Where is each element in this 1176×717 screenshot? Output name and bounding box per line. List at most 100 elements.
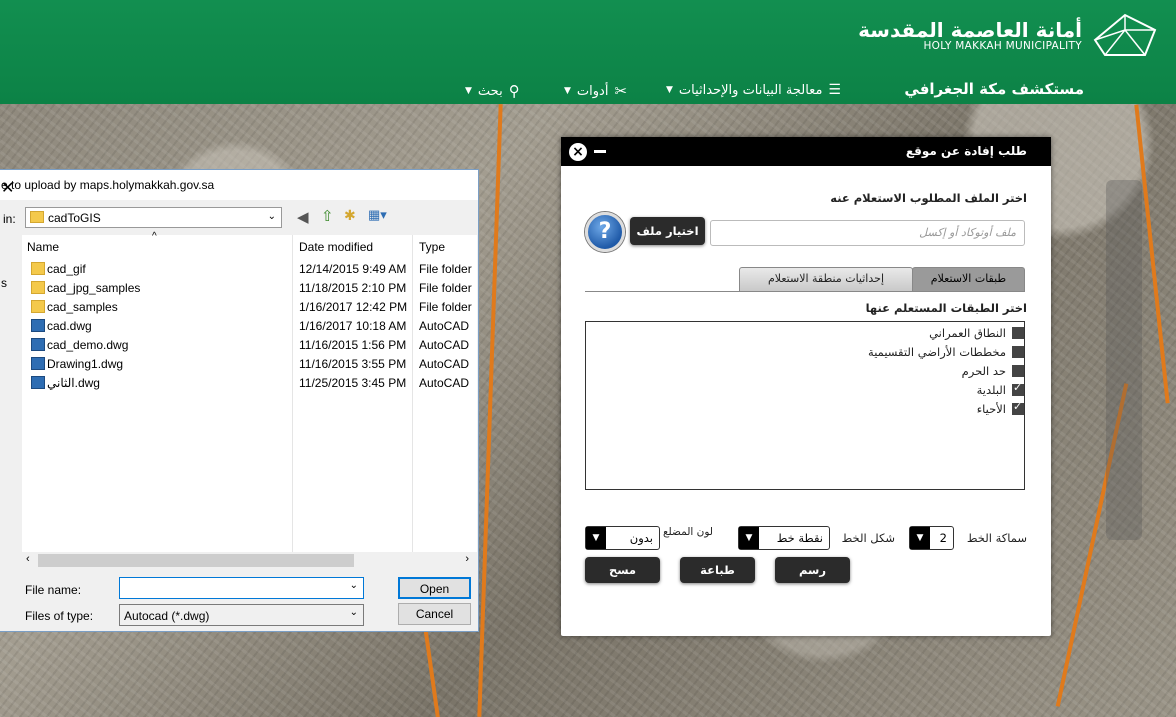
nav-data-processing-label: معالجة البيانات والإحداثيات: [678, 82, 823, 98]
chevron-down-icon[interactable]: ⌄: [350, 580, 358, 591]
folder-icon: [30, 211, 44, 223]
file-row[interactable]: cad_gif 12/14/2015 9:49 AM File folder: [22, 260, 477, 279]
column-header-type[interactable]: Type: [419, 240, 445, 254]
scroll-left-icon[interactable]: ‹: [26, 553, 30, 565]
layer-checkbox[interactable]: [1012, 327, 1024, 339]
file-name: cad_samples: [47, 300, 118, 314]
layers-prompt-label: اختر الطبقات المستعلم عنها: [865, 301, 1027, 315]
up-folder-icon[interactable]: ⇧: [321, 207, 334, 225]
nav-tools[interactable]: ✂ أدوات ▼: [564, 82, 627, 100]
dwg-file-icon: [31, 338, 45, 351]
open-button[interactable]: Open: [398, 577, 471, 599]
folder-icon: [31, 300, 45, 313]
back-icon[interactable]: ◀: [297, 208, 309, 226]
layer-checkbox[interactable]: [1012, 365, 1024, 377]
close-icon[interactable]: ×: [569, 143, 587, 161]
view-menu-icon[interactable]: ▦▾: [368, 207, 387, 223]
help-icon[interactable]: ?: [585, 212, 625, 252]
line-style-label: شكل الخط: [841, 531, 895, 545]
line-style-value: نقطة خط: [776, 531, 823, 545]
draw-button[interactable]: رسم: [775, 557, 850, 583]
column-header-name[interactable]: Name: [27, 240, 59, 254]
layer-item[interactable]: مخططات الأراضي التقسيمية: [868, 345, 1024, 359]
look-in-select[interactable]: cadToGIS ⌄: [25, 207, 282, 228]
file-name: الثاني.dwg: [47, 376, 100, 390]
tab-divider: [585, 291, 1025, 292]
site-info-request-panel: طلب إفادة عن موقع × اختر الملف المطلوب ا…: [561, 137, 1051, 636]
file-date: 12/14/2015 9:49 AM: [299, 262, 407, 276]
file-row[interactable]: Drawing1.dwg 11/16/2015 3:55 PM AutoCAD: [22, 355, 477, 374]
layer-item[interactable]: النطاق العمراني: [929, 326, 1024, 340]
municipality-logo-icon: [1093, 13, 1157, 56]
file-date: 11/25/2015 3:45 PM: [299, 376, 407, 390]
file-row[interactable]: cad_samples 1/16/2017 12:42 PM File fold…: [22, 298, 477, 317]
nav-search[interactable]: ⚲ بحث ▼: [465, 82, 520, 100]
scrollbar-thumb[interactable]: [38, 554, 354, 567]
line-width-select[interactable]: 2 ▼: [909, 526, 954, 550]
file-date: 11/16/2015 1:56 PM: [299, 338, 407, 352]
files-of-type-label: Files of type:: [25, 609, 94, 623]
file-name: cad_demo.dwg: [47, 338, 129, 352]
files-of-type-select[interactable]: Autocad (*.dwg) ⌄: [119, 604, 364, 626]
horizontal-scrollbar[interactable]: ‹ ›: [22, 552, 477, 569]
column-header-date[interactable]: Date modified: [299, 240, 373, 254]
print-button[interactable]: طباعة: [680, 557, 755, 583]
map-zoom-controls[interactable]: [1106, 180, 1142, 540]
file-name: cad.dwg: [47, 319, 92, 333]
layer-label: البلدية: [976, 383, 1006, 397]
file-name-label: File name:: [25, 583, 82, 597]
file-date: 11/18/2015 2:10 PM: [299, 281, 407, 295]
layer-checkbox[interactable]: [1012, 381, 1024, 396]
nav-data-processing[interactable]: ☰ معالجة البيانات والإحداثيات ▼: [666, 82, 841, 98]
fill-color-select[interactable]: بدون ▼: [585, 526, 660, 550]
layer-list: النطاق العمراني مخططات الأراضي التقسيمية…: [585, 321, 1025, 490]
file-type: File folder: [419, 262, 472, 276]
org-name-english: HOLY MAKKAH MUNICIPALITY: [923, 40, 1082, 52]
search-icon: ⚲: [508, 82, 520, 100]
file-row[interactable]: الثاني.dwg 11/25/2015 3:45 PM AutoCAD: [22, 374, 477, 393]
dialog-titlebar: e to upload by maps.holymakkah.gov.sa ✕: [0, 170, 478, 200]
nav-search-label: بحث: [477, 83, 503, 99]
minimize-icon[interactable]: [594, 150, 606, 153]
app-header: أمانة العاصمة المقدسة HOLY MAKKAH MUNICI…: [0, 0, 1176, 104]
panel-title: طلب إفادة عن موقع: [905, 144, 1027, 158]
close-icon[interactable]: ✕: [1, 178, 468, 198]
file-name: Drawing1.dwg: [47, 357, 124, 371]
dropdown-arrow-icon: ▼: [910, 527, 930, 549]
file-path-input[interactable]: ملف أوتوكاد أو إكسل: [710, 220, 1025, 246]
file-row[interactable]: cad_demo.dwg 11/16/2015 1:56 PM AutoCAD: [22, 336, 477, 355]
file-type: AutoCAD: [419, 319, 470, 333]
org-name-arabic: أمانة العاصمة المقدسة: [858, 18, 1082, 42]
clear-button[interactable]: مسح: [585, 557, 660, 583]
look-in-label: in:: [3, 212, 16, 226]
folder-icon: [31, 262, 45, 275]
files-of-type-value: Autocad (*.dwg): [124, 609, 210, 623]
layer-checkbox[interactable]: [1012, 400, 1024, 415]
tab-query-area-coordinates[interactable]: إحداثيات منطقة الاستعلام: [739, 267, 913, 291]
file-row[interactable]: cad_jpg_samples 11/18/2015 2:10 PM File …: [22, 279, 477, 298]
tab-query-layers[interactable]: طبقات الاستعلام: [912, 267, 1025, 291]
nav-pane-label: s: [1, 276, 7, 290]
layer-label: مخططات الأراضي التقسيمية: [868, 345, 1006, 359]
file-name-input[interactable]: ⌄: [119, 577, 364, 599]
choose-file-button[interactable]: اختيار ملف: [630, 217, 705, 245]
line-style-select[interactable]: نقطة خط ▼: [738, 526, 830, 550]
layer-item[interactable]: الأحياء: [977, 400, 1024, 416]
new-folder-icon[interactable]: ✱: [344, 207, 356, 224]
layer-item[interactable]: البلدية: [976, 381, 1024, 397]
database-icon: ☰: [828, 82, 841, 98]
caret-down-icon: ▼: [564, 86, 571, 96]
look-in-value: cadToGIS: [48, 211, 101, 225]
folder-icon: [31, 281, 45, 294]
layer-checkbox[interactable]: [1012, 346, 1024, 358]
cancel-button[interactable]: Cancel: [398, 603, 471, 625]
file-row[interactable]: cad.dwg 1/16/2017 10:18 AM AutoCAD: [22, 317, 477, 336]
layer-item[interactable]: حد الحرم: [962, 364, 1024, 378]
layer-label: النطاق العمراني: [929, 326, 1006, 340]
caret-down-icon: ▼: [465, 86, 472, 96]
dwg-file-icon: [31, 376, 45, 389]
scroll-right-icon[interactable]: ›: [465, 553, 469, 565]
file-type: File folder: [419, 300, 472, 314]
fill-color-value: بدون: [629, 531, 653, 545]
file-type: AutoCAD: [419, 376, 470, 390]
